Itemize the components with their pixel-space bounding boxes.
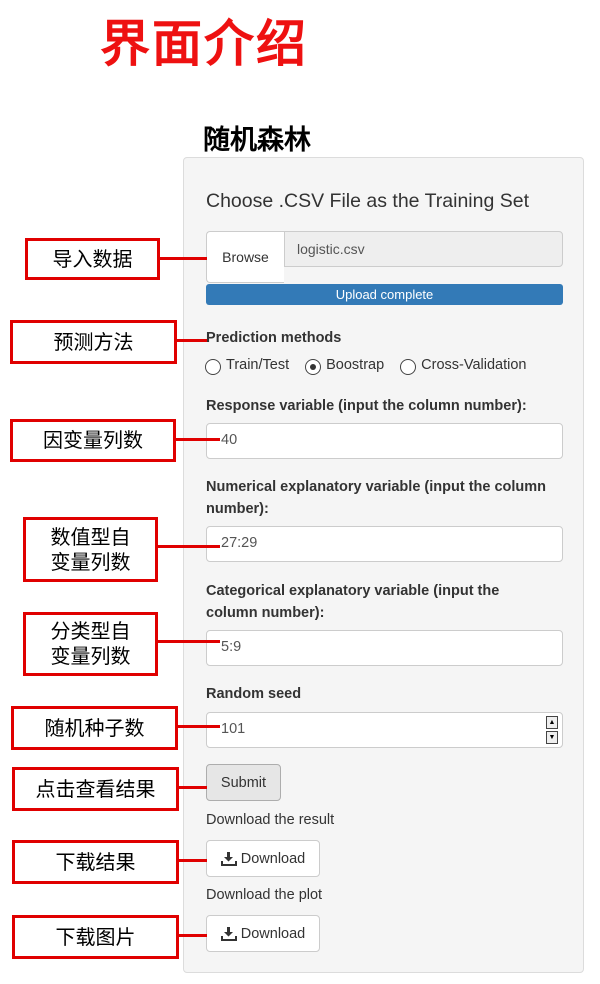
prediction-methods-radio-group: Train/Test Boostrap Cross-Validation [205, 357, 532, 375]
callout-prediction-method: 预测方法 [10, 320, 177, 364]
callout-numerical-columns: 数值型自 变量列数 [23, 517, 158, 582]
download-plot-button-label: Download [240, 925, 306, 942]
leader-line [177, 339, 207, 342]
download-result-button[interactable]: Download [206, 840, 320, 877]
response-variable-input[interactable]: 40 [206, 423, 563, 459]
download-icon [220, 926, 237, 941]
callout-download-image: 下载图片 [12, 915, 179, 959]
submit-button[interactable]: Submit [206, 764, 281, 801]
download-plot-label: Download the plot [206, 887, 323, 903]
radio-checked-icon [305, 359, 322, 375]
response-variable-label: Response variable (input the column numb… [206, 398, 527, 414]
radio-unchecked-icon [400, 359, 417, 375]
browse-button[interactable]: Browse [206, 231, 284, 283]
categorical-variable-input[interactable]: 5:9 [206, 630, 563, 666]
leader-line [158, 640, 220, 643]
callout-random-seed: 随机种子数 [11, 706, 178, 750]
radio-boostrap[interactable]: Boostrap [305, 357, 385, 375]
leader-line [179, 786, 207, 789]
upload-progress-bar: Upload complete [206, 284, 563, 305]
callout-response-columns: 因变量列数 [10, 419, 176, 462]
download-icon [220, 851, 237, 866]
download-plot-button[interactable]: Download [206, 915, 320, 952]
radio-train-test[interactable]: Train/Test [205, 357, 290, 375]
leader-line [176, 438, 220, 441]
leader-line [160, 257, 207, 260]
radio-cross-validation[interactable]: Cross-Validation [400, 357, 527, 375]
download-result-label: Download the result [206, 812, 335, 828]
leader-line [179, 934, 207, 937]
page-title: 界面介绍 [100, 15, 308, 73]
radio-train-test-label: Train/Test [226, 357, 290, 373]
callout-categorical-columns: 分类型自 变量列数 [23, 612, 158, 676]
radio-cross-validation-label: Cross-Validation [421, 357, 527, 373]
leader-line [158, 545, 220, 548]
file-heading: Choose .CSV File as the Training Set [206, 190, 529, 212]
callout-download-result: 下载结果 [12, 840, 179, 884]
leader-line [178, 725, 220, 728]
prediction-methods-label: Prediction methods [206, 330, 342, 346]
radio-unchecked-icon [205, 359, 221, 375]
categorical-variable-label: Categorical explanatory variable (input … [206, 583, 500, 621]
sidebar-panel: Choose .CSV File as the Training Set Bro… [183, 157, 584, 973]
random-seed-label: Random seed [206, 686, 302, 702]
random-seed-value: 101 [221, 721, 246, 737]
callout-view-result: 点击查看结果 [12, 767, 179, 811]
file-name-field: logistic.csv [284, 231, 563, 267]
leader-line [179, 859, 207, 862]
numerical-variable-label: Numerical explanatory variable (input th… [206, 479, 547, 517]
page-subtitle: 随机森林 [203, 125, 311, 156]
seed-spinner: ▲ ▼ [546, 716, 558, 744]
random-seed-input[interactable]: 101 ▲ ▼ [206, 712, 563, 748]
upload-status-text: Upload complete [335, 287, 434, 302]
numerical-variable-input[interactable]: 27:29 [206, 526, 563, 562]
spinner-down-icon[interactable]: ▼ [546, 731, 558, 744]
download-result-button-label: Download [240, 850, 306, 867]
radio-boostrap-label: Boostrap [326, 357, 385, 373]
callout-import-data: 导入数据 [25, 238, 160, 280]
spinner-up-icon[interactable]: ▲ [546, 716, 558, 729]
